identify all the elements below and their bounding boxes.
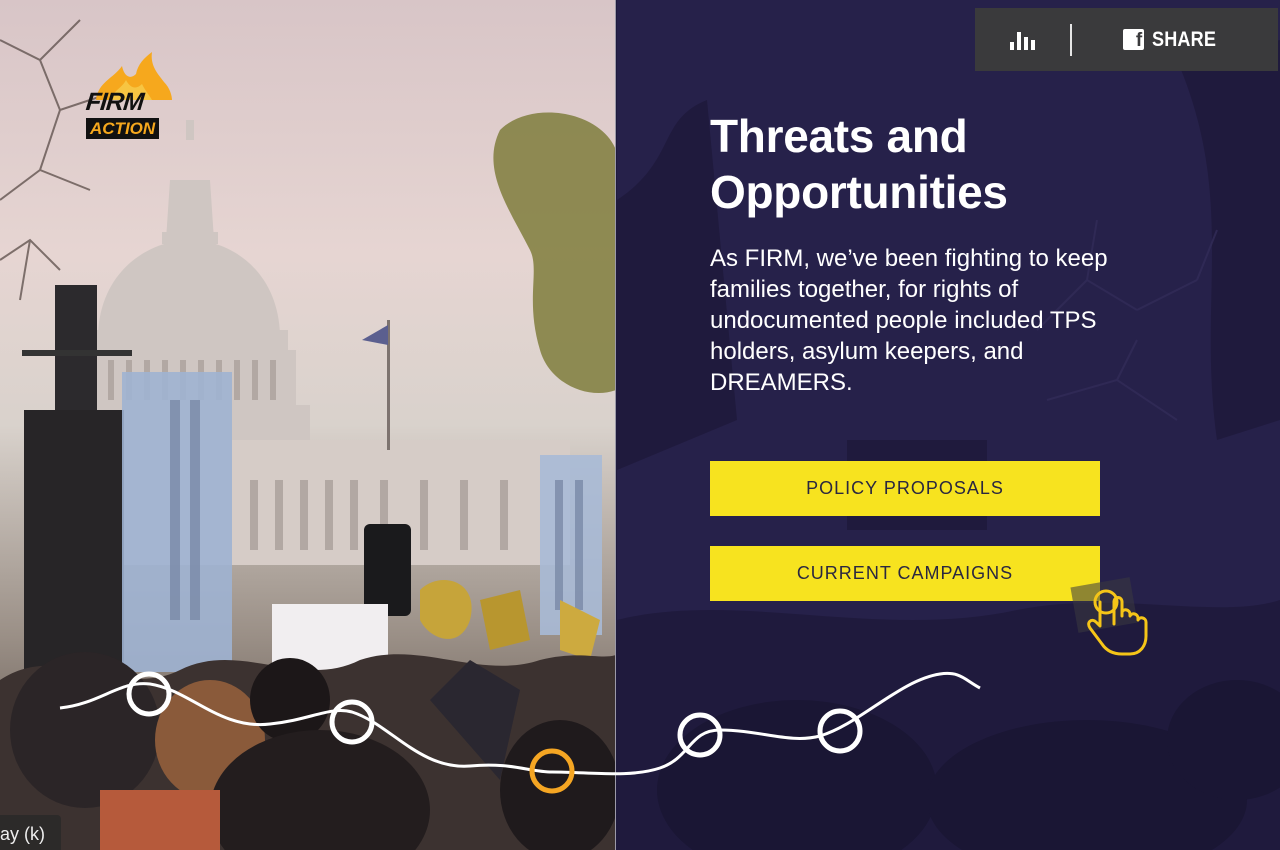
policy-proposals-button[interactable]: POLICY PROPOSALS [710, 461, 1100, 516]
timeline-node-1[interactable] [126, 671, 172, 717]
logo-text-firm: FIRM [84, 88, 145, 116]
section-title: Threats and Opportunities [710, 110, 1008, 218]
facebook-icon: f [1123, 29, 1145, 51]
timeline-node-4[interactable] [677, 712, 723, 758]
timeline-node-2[interactable] [329, 699, 375, 745]
logo-text-action: ACTION [86, 118, 160, 139]
section-intro: As FIRM, we’ve been fighting to keep fam… [710, 245, 1108, 396]
firm-action-logo[interactable]: FIRM ACTION [84, 52, 184, 142]
timeline-node-3-active[interactable] [529, 748, 575, 794]
hero-photo: FIRM ACTION ay (k) [0, 0, 616, 850]
facebook-share-button[interactable]: f SHARE [1072, 8, 1278, 71]
pointer-hand-icon [1070, 577, 1148, 656]
keyboard-shortcut-hint: ay (k) [0, 815, 61, 850]
share-label: SHARE [1152, 27, 1217, 51]
stats-button[interactable] [975, 8, 1070, 71]
timeline-node-5[interactable] [817, 708, 863, 754]
bar-chart-icon [1009, 31, 1035, 50]
top-toolbar: f SHARE [975, 8, 1278, 71]
current-campaigns-button[interactable]: CURRENT CAMPAIGNS [710, 546, 1100, 601]
